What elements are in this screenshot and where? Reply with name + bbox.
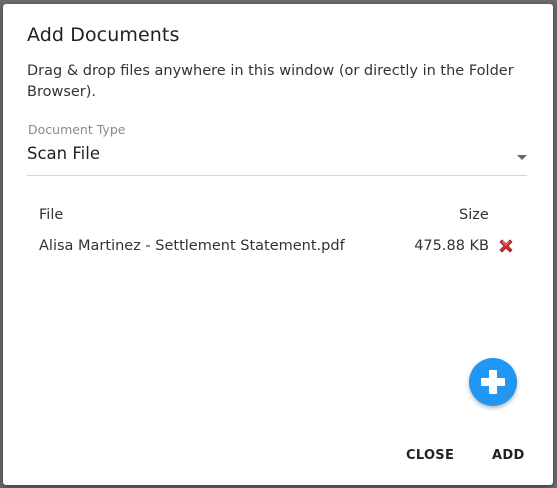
document-type-value: Scan File	[27, 144, 100, 163]
caret-down-icon[interactable]	[517, 155, 527, 160]
add-button[interactable]: ADD	[486, 444, 531, 467]
add-documents-dialog: Add Documents Drag & drop files anywhere…	[3, 4, 553, 485]
table-row: Alisa Martinez - Settlement Statement.pd…	[39, 235, 519, 257]
file-size: 475.88 KB	[414, 238, 489, 254]
close-button[interactable]: CLOSE	[400, 444, 460, 467]
document-type-label: Document Type	[28, 122, 126, 137]
document-type-select[interactable]: Document Type Scan File	[27, 122, 527, 176]
dialog-instructions: Drag & drop files anywhere in this windo…	[27, 63, 514, 100]
red-x-icon[interactable]	[497, 237, 515, 255]
size-column-header: Size	[459, 207, 489, 223]
add-file-button[interactable]	[469, 358, 517, 406]
file-column-header: File	[39, 207, 64, 223]
file-name: Alisa Martinez - Settlement Statement.pd…	[39, 238, 345, 254]
plus-icon	[481, 370, 505, 394]
dialog-title: Add Documents	[27, 24, 180, 46]
